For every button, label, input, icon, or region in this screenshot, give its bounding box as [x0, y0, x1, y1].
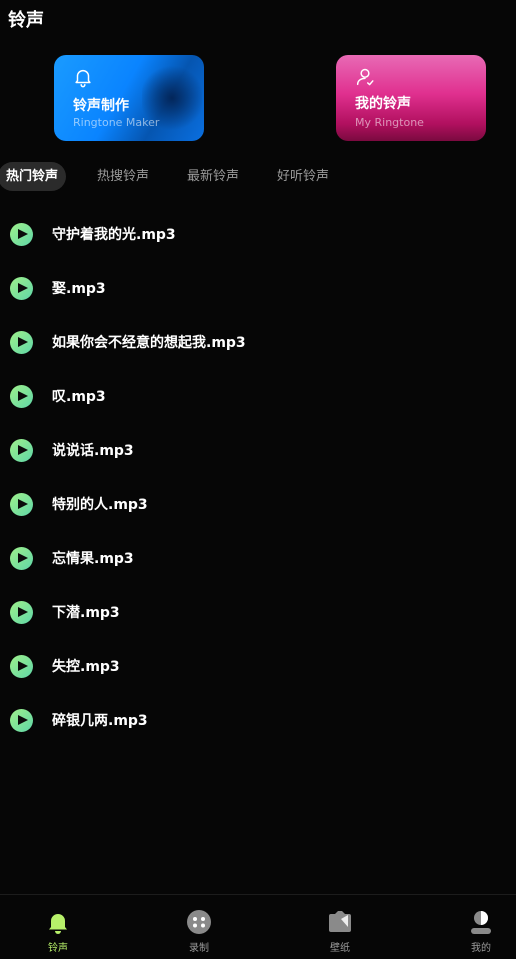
list-item[interactable]: 说说话.mp3: [10, 437, 134, 463]
song-title: 守护着我的光.mp3: [52, 227, 176, 243]
list-item[interactable]: 如果你会不经意的想起我.mp3: [10, 329, 246, 355]
play-icon[interactable]: [10, 276, 33, 300]
song-title: 失控.mp3: [52, 659, 120, 675]
profile-icon: [471, 911, 491, 934]
list-item[interactable]: 忘情果.mp3: [10, 545, 134, 571]
song-title: 说说话.mp3: [52, 443, 134, 459]
play-icon[interactable]: [10, 492, 33, 516]
play-icon[interactable]: [10, 708, 33, 732]
list-item[interactable]: 失控.mp3: [10, 653, 120, 679]
record-icon: [187, 910, 211, 934]
user-icon: [356, 68, 374, 86]
play-icon[interactable]: [10, 438, 33, 462]
list-item[interactable]: 守护着我的光.mp3: [10, 221, 176, 247]
nav-record[interactable]: 录制: [169, 909, 229, 954]
list-item[interactable]: 下潜.mp3: [10, 599, 120, 625]
list-item[interactable]: 叹.mp3: [10, 383, 106, 409]
list-item[interactable]: 碎银几两.mp3: [10, 707, 148, 733]
wallpaper-icon: [329, 911, 351, 932]
song-title: 特别的人.mp3: [52, 497, 148, 513]
play-icon[interactable]: [10, 546, 33, 570]
list-item[interactable]: 特别的人.mp3: [10, 491, 148, 517]
nav-label: 铃声: [48, 943, 68, 954]
nav-wallpaper[interactable]: 壁纸: [310, 909, 370, 954]
song-title: 娶.mp3: [52, 281, 106, 297]
nav-profile[interactable]: 我的: [451, 909, 511, 954]
play-icon[interactable]: [10, 222, 33, 246]
song-title: 如果你会不经意的想起我.mp3: [52, 335, 246, 351]
bell-icon: [75, 69, 91, 88]
ringtone-maker-subtitle: Ringtone Maker: [73, 116, 160, 129]
song-title: 下潜.mp3: [52, 605, 120, 621]
tab-newest[interactable]: 最新铃声: [187, 162, 239, 191]
tab-pleasant[interactable]: 好听铃声: [277, 162, 329, 191]
tab-hot[interactable]: 热门铃声: [0, 162, 67, 191]
my-ringtone-card[interactable]: 我的铃声 My Ringtone: [336, 55, 486, 141]
play-icon[interactable]: [10, 330, 33, 354]
my-ringtone-subtitle: My Ringtone: [355, 116, 424, 129]
ringtone-maker-title: 铃声制作: [73, 98, 129, 114]
nav-label: 我的: [471, 943, 491, 954]
nav-ringtone[interactable]: 铃声: [28, 909, 88, 954]
song-title: 忘情果.mp3: [52, 551, 134, 567]
my-ringtone-title: 我的铃声: [355, 96, 411, 112]
bell-icon: [49, 914, 67, 934]
page-title: 铃声: [8, 10, 44, 31]
bottom-nav: 铃声 录制 壁纸 我的: [0, 894, 516, 959]
ringtone-maker-card[interactable]: 铃声制作 Ringtone Maker: [54, 55, 204, 141]
play-icon[interactable]: [10, 654, 33, 678]
nav-label: 录制: [189, 943, 209, 954]
list-item[interactable]: 娶.mp3: [10, 275, 106, 301]
song-title: 叹.mp3: [52, 389, 106, 405]
song-title: 碎银几两.mp3: [52, 713, 148, 729]
nav-label: 壁纸: [330, 943, 350, 954]
play-icon[interactable]: [10, 384, 33, 408]
play-icon[interactable]: [10, 600, 33, 624]
tab-trending[interactable]: 热搜铃声: [97, 162, 149, 191]
